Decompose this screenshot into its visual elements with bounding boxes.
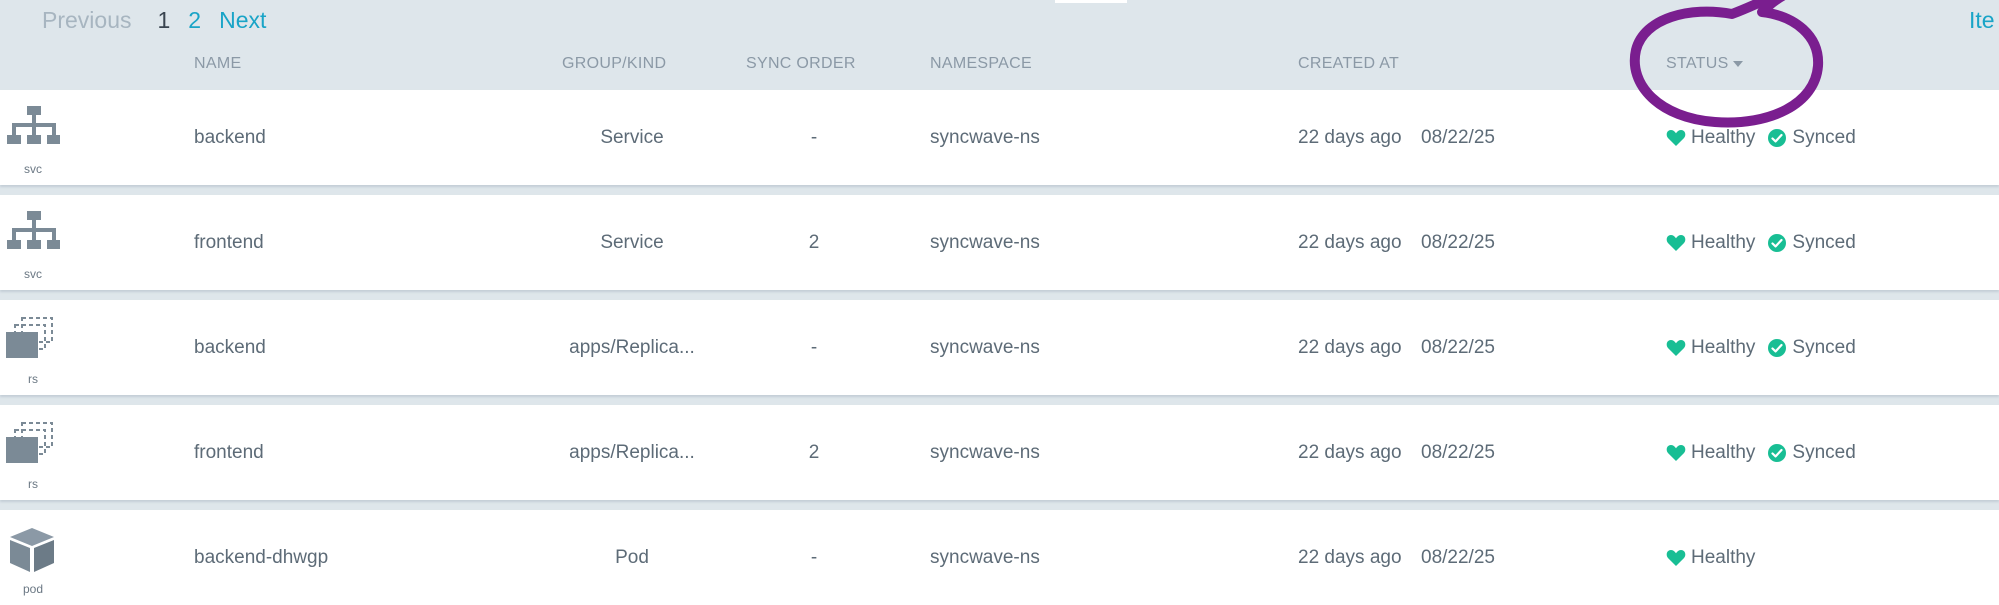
health-label: Healthy [1691, 336, 1756, 358]
sync-order: - [810, 337, 818, 358]
resource-name[interactable]: frontend [194, 195, 264, 290]
table-header: NAME GROUP/KIND SYNC ORDER NAMESPACE CRE… [0, 50, 1999, 78]
healthy-heart-icon [1666, 234, 1686, 251]
resource-name[interactable]: backend [194, 300, 266, 395]
sync-status: Synced [1767, 441, 1856, 464]
sync-label: Synced [1792, 336, 1856, 358]
synced-check-icon [1768, 338, 1787, 357]
kind-abbreviation: rs [28, 372, 38, 386]
table-row[interactable]: pod backend-dhwgp Pod - syncwave-ns 22 days a… [0, 510, 1999, 605]
sync-label: Synced [1792, 126, 1856, 148]
replicaset-stack-icon: rs [0, 316, 66, 386]
health-status: Healthy [1666, 127, 1755, 149]
created-relative: 22 days ago [1298, 337, 1402, 358]
created-relative: 22 days ago [1298, 442, 1402, 463]
resource-name[interactable]: frontend [194, 405, 264, 500]
namespace: syncwave-ns [930, 547, 1040, 568]
created-relative: 22 days ago [1298, 232, 1402, 253]
group-kind: apps/Replica... [569, 337, 695, 358]
sync-label: Synced [1792, 231, 1856, 253]
group-kind: Service [600, 127, 664, 148]
status-cell: Healthy Synced [1666, 195, 1868, 290]
kind-abbreviation: rs [28, 477, 38, 491]
sync-label: Synced [1792, 441, 1856, 463]
healthy-heart-icon [1666, 129, 1686, 146]
health-label: Healthy [1691, 126, 1756, 148]
namespace: syncwave-ns [930, 337, 1040, 358]
column-header-sync-order[interactable]: SYNC ORDER [746, 50, 856, 78]
sync-order: 2 [808, 232, 820, 253]
kind-abbreviation: svc [24, 162, 42, 176]
sync-order: - [810, 127, 818, 148]
synced-check-icon [1768, 443, 1787, 462]
health-status: Healthy [1666, 232, 1755, 254]
created-date: 08/22/25 [1421, 232, 1495, 253]
sync-status: Synced [1767, 126, 1856, 149]
namespace: syncwave-ns [930, 127, 1040, 148]
created-relative: 22 days ago [1298, 127, 1402, 148]
healthy-heart-icon [1666, 549, 1686, 566]
tab-indicator [1055, 0, 1127, 3]
resource-name[interactable]: backend-dhwgp [194, 510, 328, 605]
table-row[interactable]: rs frontend apps/Replica... 2 syncwave-ns 22 … [0, 405, 1999, 500]
resource-table: svc backend Service - syncwave-ns 22 days ago… [0, 90, 1999, 605]
column-header-status[interactable]: STATUS [1666, 50, 1743, 78]
column-header-namespace[interactable]: NAMESPACE [930, 50, 1032, 78]
table-toolbar: Previous 1 2 Next Ite NAME GROUP/KIND SY… [0, 0, 1999, 90]
pod-cube-icon: pod [0, 526, 66, 596]
status-cell: Healthy [1666, 510, 1767, 605]
created-date: 08/22/25 [1421, 127, 1495, 148]
created-date: 08/22/25 [1421, 337, 1495, 358]
resource-name[interactable]: backend [194, 90, 266, 185]
group-kind: Pod [615, 547, 649, 568]
page-2-link[interactable]: 2 [188, 7, 201, 34]
kind-abbreviation: svc [24, 267, 42, 281]
healthy-heart-icon [1666, 444, 1686, 461]
sync-status: Synced [1767, 231, 1856, 254]
namespace: syncwave-ns [930, 442, 1040, 463]
healthy-heart-icon [1666, 339, 1686, 356]
sync-order: 2 [808, 442, 820, 463]
status-cell: Healthy Synced [1666, 90, 1868, 185]
created-relative: 22 days ago [1298, 547, 1402, 568]
status-cell: Healthy Synced [1666, 405, 1868, 500]
group-kind: apps/Replica... [569, 442, 695, 463]
column-header-created-at[interactable]: CREATED AT [1298, 50, 1399, 78]
replicaset-stack-icon: rs [0, 421, 66, 491]
table-row[interactable]: svc frontend Service 2 syncwave-ns 22 days ag… [0, 195, 1999, 290]
synced-check-icon [1768, 233, 1787, 252]
health-label: Healthy [1691, 441, 1756, 463]
status-cell: Healthy Synced [1666, 300, 1868, 395]
column-header-group-kind[interactable]: GROUP/KIND [562, 50, 666, 78]
pagination: Previous 1 2 Next [42, 4, 266, 36]
next-page-link[interactable]: Next [219, 7, 266, 34]
items-per-page-label[interactable]: Ite [1969, 4, 1999, 36]
created-date: 08/22/25 [1421, 547, 1495, 568]
group-kind: Service [600, 232, 664, 253]
synced-check-icon [1768, 128, 1787, 147]
service-network-icon: svc [0, 211, 66, 281]
namespace: syncwave-ns [930, 232, 1040, 253]
sync-order: - [810, 547, 818, 568]
health-label: Healthy [1691, 231, 1756, 253]
health-status: Healthy [1666, 547, 1755, 569]
previous-page-link[interactable]: Previous [42, 7, 131, 34]
column-header-status-label: STATUS [1666, 55, 1729, 72]
page-1-link[interactable]: 1 [157, 7, 170, 34]
table-row[interactable]: rs backend apps/Replica... - syncwave-ns 22 d… [0, 300, 1999, 395]
health-status: Healthy [1666, 337, 1755, 359]
service-network-icon: svc [0, 106, 66, 176]
kind-abbreviation: pod [22, 582, 44, 596]
health-label: Healthy [1691, 546, 1756, 568]
column-header-name[interactable]: NAME [194, 50, 241, 78]
health-status: Healthy [1666, 442, 1755, 464]
sort-caret-icon [1732, 60, 1743, 67]
table-row[interactable]: svc backend Service - syncwave-ns 22 days ago… [0, 90, 1999, 185]
sync-status: Synced [1767, 336, 1856, 359]
created-date: 08/22/25 [1421, 442, 1495, 463]
